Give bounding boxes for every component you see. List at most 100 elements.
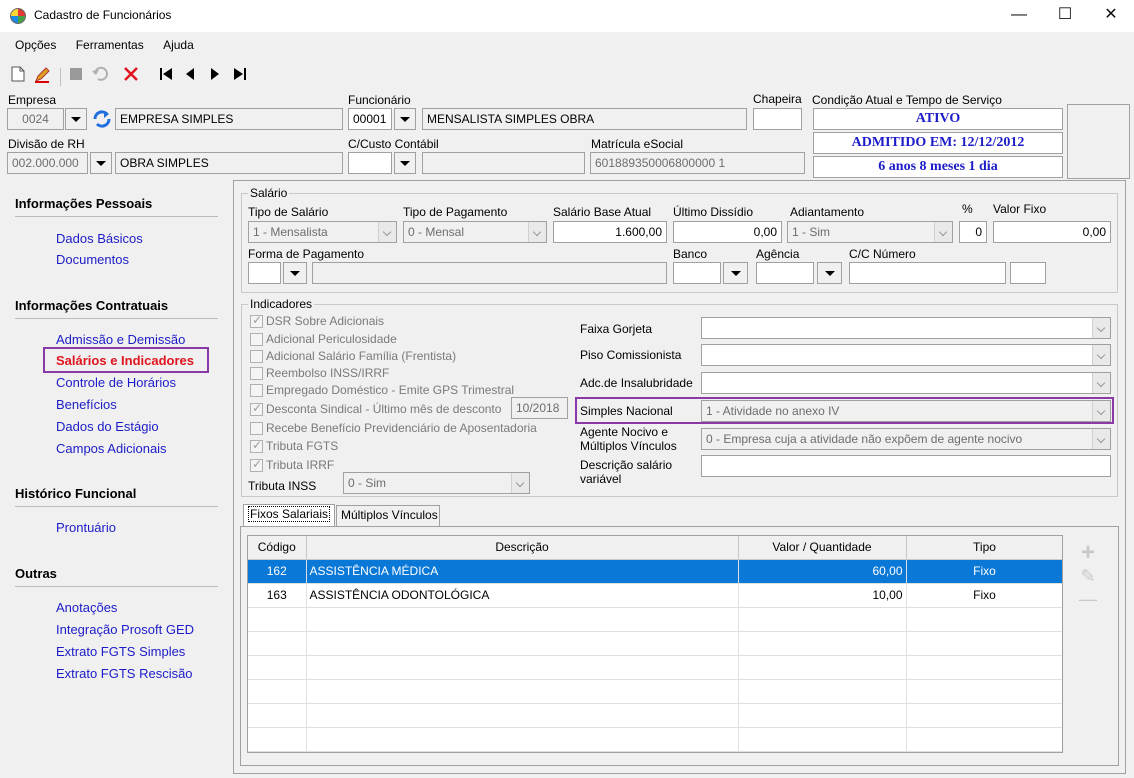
- adiantamento-select[interactable]: 1 - Sim: [787, 221, 953, 243]
- previous-record-icon[interactable]: [180, 66, 200, 86]
- table-row-empty[interactable]: [248, 703, 1062, 728]
- banco-dropdown[interactable]: [723, 262, 748, 284]
- table-row[interactable]: 163 ASSISTÊNCIA ODONTOLÓGICA 10,00 Fixo: [248, 583, 1062, 608]
- sidebar-item-fgts-simples[interactable]: Extrato FGTS Simples: [56, 644, 185, 659]
- table-row-empty[interactable]: [248, 679, 1062, 704]
- sidebar-item-prontuario[interactable]: Prontuário: [56, 520, 116, 535]
- edit-icon[interactable]: ✎: [1077, 566, 1099, 587]
- checkbox-periculosidade[interactable]: [250, 333, 263, 346]
- sidebar-item-campos-adicionais[interactable]: Campos Adicionais: [56, 441, 167, 456]
- descricao-variavel-field[interactable]: [701, 455, 1111, 477]
- tipo-pagamento-select[interactable]: 0 - Mensal: [403, 221, 547, 243]
- percent-field[interactable]: 0: [959, 221, 987, 243]
- chevron-down-icon: [400, 161, 410, 166]
- checkbox-aposentadoria[interactable]: [250, 422, 263, 435]
- ccusto-field[interactable]: [348, 152, 392, 174]
- checkbox-reembolso[interactable]: [250, 367, 263, 380]
- cell-valor: 60,00: [738, 559, 907, 584]
- tipo-salario-select[interactable]: 1 - Mensalista: [248, 221, 397, 243]
- checkbox-tributa-fgts[interactable]: [250, 438, 263, 453]
- column-codigo[interactable]: Código: [248, 536, 307, 560]
- cc-numero-field[interactable]: [849, 262, 1006, 284]
- checkbox-label: Tributa FGTS: [266, 439, 339, 453]
- agente-nocivo-select[interactable]: 0 - Empresa cuja a atividade não expõem …: [701, 428, 1111, 450]
- sidebar-item-documentos[interactable]: Documentos: [56, 252, 129, 267]
- agencia-dropdown[interactable]: [817, 262, 842, 284]
- add-icon[interactable]: +: [1077, 539, 1099, 567]
- table-row[interactable]: 162 ASSISTÊNCIA MÉDICA 60,00 Fixo: [248, 559, 1062, 584]
- forma-pagamento-field[interactable]: [248, 262, 281, 284]
- divider: [15, 216, 218, 217]
- agencia-field[interactable]: [756, 262, 814, 284]
- salario-base-field[interactable]: 1.600,00: [553, 221, 667, 243]
- sidebar-item-admissao[interactable]: Admissão e Demissão: [56, 332, 185, 347]
- empresa-dropdown-button[interactable]: [65, 108, 87, 130]
- table-row-empty[interactable]: [248, 631, 1062, 656]
- sidebar-item-fgts-rescisao[interactable]: Extrato FGTS Rescisão: [56, 666, 193, 681]
- column-valor[interactable]: Valor / Quantidade: [738, 536, 907, 560]
- valor-fixo-field[interactable]: 0,00: [993, 221, 1111, 243]
- column-tipo[interactable]: Tipo: [906, 536, 1062, 560]
- maximize-button[interactable]: ☐: [1042, 0, 1088, 32]
- checkbox-domestico[interactable]: [250, 384, 263, 397]
- last-record-icon[interactable]: [230, 66, 250, 86]
- banco-field[interactable]: [673, 262, 721, 284]
- funcionario-label: Funcionário: [348, 93, 411, 107]
- checkbox-tributa-irrf[interactable]: [250, 457, 263, 472]
- sidebar-item-horarios[interactable]: Controle de Horários: [56, 375, 176, 390]
- new-document-icon[interactable]: [8, 66, 28, 86]
- sindical-month-field[interactable]: 10/2018: [511, 397, 568, 419]
- refresh-link-icon[interactable]: [91, 109, 113, 129]
- faixa-gorjeta-select[interactable]: [701, 317, 1111, 339]
- close-button[interactable]: ✕: [1088, 0, 1134, 32]
- menu-ajuda[interactable]: Ajuda: [155, 36, 202, 54]
- first-record-icon[interactable]: [156, 66, 176, 86]
- ccusto-dropdown-button[interactable]: [394, 152, 416, 174]
- menu-ferramentas[interactable]: Ferramentas: [68, 36, 152, 54]
- cell-tipo: Fixo: [906, 559, 1062, 584]
- tab-fixos-salariais[interactable]: Fixos Salariais: [243, 504, 335, 526]
- divisao-code-field[interactable]: 002.000.000: [7, 152, 88, 174]
- toolbar-separator: [60, 68, 61, 86]
- column-descricao[interactable]: Descrição: [306, 536, 739, 560]
- delete-icon[interactable]: [121, 66, 141, 86]
- forma-pagamento-dropdown[interactable]: [283, 262, 307, 284]
- edit-pencil-icon[interactable]: [32, 66, 52, 86]
- sidebar-item-anotacoes[interactable]: Anotações: [56, 600, 117, 615]
- table-row-empty[interactable]: [248, 727, 1062, 752]
- table-row-empty[interactable]: [248, 607, 1062, 632]
- ccusto-label: C/Custo Contábil: [348, 137, 439, 151]
- sidebar-item-estagio[interactable]: Dados do Estágio: [56, 419, 159, 434]
- sidebar-item-salarios[interactable]: Salários e Indicadores: [56, 353, 194, 368]
- divisao-dropdown-button[interactable]: [90, 152, 112, 174]
- table-row-empty[interactable]: [248, 655, 1062, 680]
- insalubridade-select[interactable]: [701, 372, 1111, 394]
- funcionario-code-field[interactable]: 00001: [348, 108, 392, 130]
- checkbox-salario-familia[interactable]: [250, 350, 263, 363]
- salario-base-label: Salário Base Atual: [553, 205, 652, 219]
- sidebar-item-beneficios[interactable]: Benefícios: [56, 397, 117, 412]
- checkbox-dsr[interactable]: [250, 313, 263, 328]
- piso-comissionista-select[interactable]: [701, 344, 1111, 366]
- dissidio-field[interactable]: 0,00: [673, 221, 782, 243]
- save-icon[interactable]: [66, 66, 86, 86]
- checkbox-sindical[interactable]: [250, 401, 263, 416]
- descricao-variavel-label: Descrição salário variável: [580, 458, 673, 486]
- menu-opcoes[interactable]: Opções: [7, 36, 64, 54]
- remove-icon[interactable]: —: [1077, 589, 1099, 610]
- photo-box[interactable]: [1067, 104, 1130, 179]
- sidebar-item-ged[interactable]: Integração Prosoft GED: [56, 622, 194, 637]
- tributa-inss-select[interactable]: 0 - Sim: [343, 472, 530, 494]
- next-record-icon[interactable]: [205, 66, 225, 86]
- chapeira-field[interactable]: [753, 108, 802, 130]
- funcionario-dropdown-button[interactable]: [394, 108, 416, 130]
- tab-multiplos-vinculos[interactable]: Múltiplos Vínculos: [336, 505, 440, 526]
- forma-pagamento-label: Forma de Pagamento: [248, 247, 365, 261]
- empresa-code-field[interactable]: 0024: [7, 108, 64, 130]
- minimize-button[interactable]: —: [996, 0, 1042, 32]
- undo-icon[interactable]: [90, 66, 110, 86]
- sidebar-item-dados-basicos[interactable]: Dados Básicos: [56, 231, 143, 246]
- chevron-down-icon: [934, 222, 952, 242]
- simples-nacional-select[interactable]: 1 - Atividade no anexo IV: [701, 400, 1111, 422]
- cc-digito-field[interactable]: [1010, 262, 1046, 284]
